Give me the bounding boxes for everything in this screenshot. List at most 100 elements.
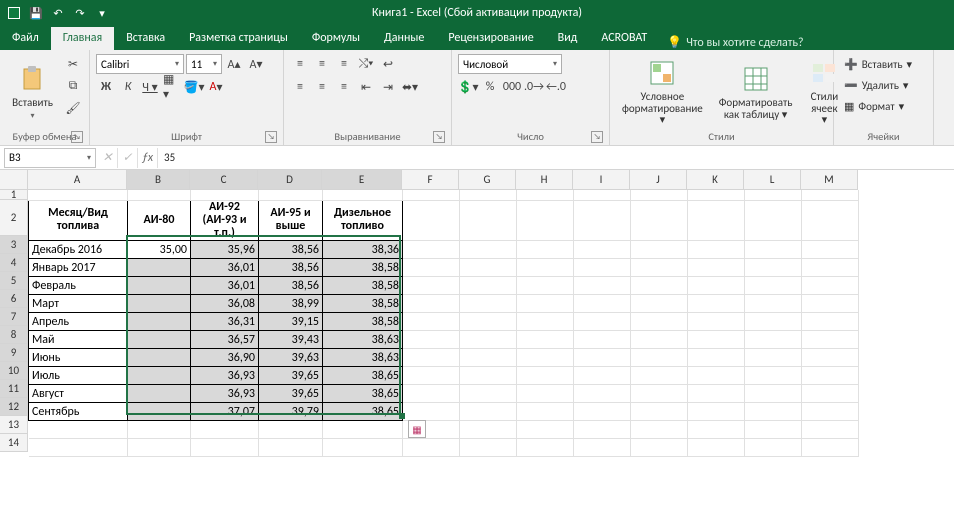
cell-K8[interactable] [688, 331, 745, 349]
cell-B11[interactable] [128, 385, 191, 403]
cell-F7[interactable] [403, 313, 460, 331]
cell-F11[interactable] [403, 385, 460, 403]
cell-K12[interactable] [688, 403, 745, 421]
cell-J4[interactable] [631, 259, 688, 277]
cell-F6[interactable] [403, 295, 460, 313]
align-center-icon[interactable]: ≡ [312, 77, 332, 97]
col-header-E[interactable]: E [322, 170, 402, 190]
cell-A9[interactable]: Июнь [29, 349, 128, 367]
cell-A1[interactable] [29, 190, 128, 200]
cell-G5[interactable] [460, 277, 517, 295]
cell-B2[interactable]: АИ-80 [128, 200, 191, 241]
cell-L11[interactable] [745, 385, 802, 403]
cell-B3[interactable]: 35,00 [128, 241, 191, 259]
cell-I6[interactable] [574, 295, 631, 313]
tab-view[interactable]: Вид [546, 27, 590, 50]
cell-J11[interactable] [631, 385, 688, 403]
cell-D4[interactable]: 38,56 [259, 259, 323, 277]
cell-H7[interactable] [517, 313, 574, 331]
tab-formulas[interactable]: Формулы [300, 27, 372, 50]
cell-H14[interactable] [517, 439, 574, 457]
cell-A11[interactable]: Август [29, 385, 128, 403]
cell-M8[interactable] [802, 331, 859, 349]
wrap-text-icon[interactable]: ↩ [378, 54, 398, 74]
cell-J9[interactable] [631, 349, 688, 367]
cell-C11[interactable]: 36,93 [191, 385, 259, 403]
cell-H5[interactable] [517, 277, 574, 295]
cell-M4[interactable] [802, 259, 859, 277]
cell-I11[interactable] [574, 385, 631, 403]
tell-me-search[interactable]: 💡 Что вы хотите сделать? [667, 35, 803, 50]
cell-M2[interactable] [802, 200, 859, 241]
cell-A3[interactable]: Декабрь 2016 [29, 241, 128, 259]
cell-A7[interactable]: Апрель [29, 313, 128, 331]
cell-F12[interactable] [403, 403, 460, 421]
cell-K13[interactable] [688, 421, 745, 439]
cell-E12[interactable]: 38,65 [323, 403, 403, 421]
cell-D1[interactable] [259, 190, 323, 200]
cell-F1[interactable] [403, 190, 460, 200]
cell-I12[interactable] [574, 403, 631, 421]
cell-H8[interactable] [517, 331, 574, 349]
cell-M14[interactable] [802, 439, 859, 457]
cell-H3[interactable] [517, 241, 574, 259]
align-left-icon[interactable]: ≡ [290, 77, 310, 97]
cell-E9[interactable]: 38,63 [323, 349, 403, 367]
cell-L6[interactable] [745, 295, 802, 313]
cell-J12[interactable] [631, 403, 688, 421]
cell-H10[interactable] [517, 367, 574, 385]
col-header-A[interactable]: A [28, 170, 127, 190]
cell-A6[interactable]: Март [29, 295, 128, 313]
cell-M10[interactable] [802, 367, 859, 385]
conditional-formatting-button[interactable]: Условное форматирование ▾ [616, 54, 709, 129]
row-header-2[interactable]: 2 [0, 200, 28, 236]
cell-K11[interactable] [688, 385, 745, 403]
cell-D5[interactable]: 38,56 [259, 277, 323, 295]
font-name-select[interactable]: Calibri▾ [96, 54, 184, 74]
format-as-table-button[interactable]: Форматировать как таблицу ▾ [713, 54, 799, 129]
cell-F8[interactable] [403, 331, 460, 349]
cell-L12[interactable] [745, 403, 802, 421]
cell-G9[interactable] [460, 349, 517, 367]
cell-H13[interactable] [517, 421, 574, 439]
enter-formula-icon[interactable]: ✓ [118, 148, 138, 168]
cell-L2[interactable] [745, 200, 802, 241]
accounting-format-icon[interactable]: 💲▾ [458, 77, 478, 97]
cell-L8[interactable] [745, 331, 802, 349]
cell-H11[interactable] [517, 385, 574, 403]
cell-M11[interactable] [802, 385, 859, 403]
cell-E2[interactable]: Дизельное топливо [323, 200, 403, 241]
cell-B9[interactable] [128, 349, 191, 367]
cell-C2[interactable]: АИ-92 (АИ-93 и т.п.) [191, 200, 259, 241]
cell-L1[interactable] [745, 190, 802, 200]
cell-K3[interactable] [688, 241, 745, 259]
cell-I7[interactable] [574, 313, 631, 331]
qat-customize-icon[interactable]: ▾ [94, 5, 110, 21]
cell-A5[interactable]: Февраль [29, 277, 128, 295]
cell-H2[interactable] [517, 200, 574, 241]
col-header-B[interactable]: B [127, 170, 190, 190]
cell-C7[interactable]: 36,31 [191, 313, 259, 331]
cell-M3[interactable] [802, 241, 859, 259]
cell-I14[interactable] [574, 439, 631, 457]
cell-J10[interactable] [631, 367, 688, 385]
cell-C3[interactable]: 35,96 [191, 241, 259, 259]
cell-L14[interactable] [745, 439, 802, 457]
format-cells-button[interactable]: ▦Формат ▾ [840, 96, 916, 116]
tab-data[interactable]: Данные [372, 27, 436, 50]
col-header-G[interactable]: G [459, 170, 516, 190]
row-header-3[interactable]: 3 [0, 236, 28, 254]
cell-D7[interactable]: 39,15 [259, 313, 323, 331]
cell-M6[interactable] [802, 295, 859, 313]
cell-G13[interactable] [460, 421, 517, 439]
cell-A2[interactable]: Месяц/Вид топлива [29, 200, 128, 241]
cell-C9[interactable]: 36,90 [191, 349, 259, 367]
select-all-corner[interactable] [0, 170, 28, 190]
cell-J3[interactable] [631, 241, 688, 259]
cell-L5[interactable] [745, 277, 802, 295]
cell-G12[interactable] [460, 403, 517, 421]
cell-C12[interactable]: 37,07 [191, 403, 259, 421]
font-dialog-icon[interactable]: ↘ [265, 131, 277, 143]
paste-button[interactable]: Вставить ▾ [6, 54, 59, 129]
col-header-M[interactable]: M [801, 170, 858, 190]
